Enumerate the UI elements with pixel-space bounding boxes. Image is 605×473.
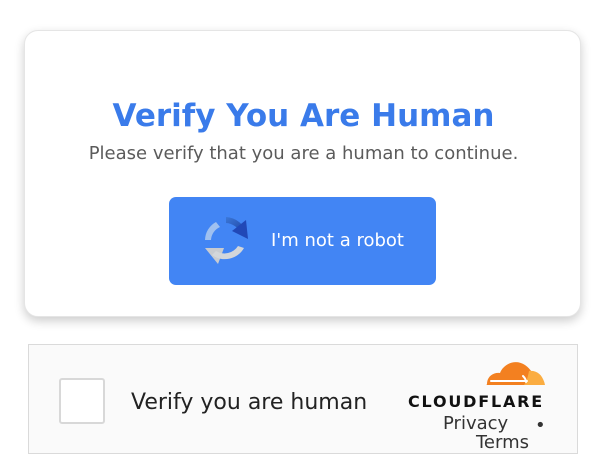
verify-human-label: Verify you are human — [131, 390, 368, 415]
cloudflare-cloud-icon — [479, 356, 549, 389]
verification-subtitle: Please verify that you are a human to co… — [88, 143, 519, 164]
verification-page: Verify You Are Human Please verify that … — [0, 0, 605, 473]
cloudflare-branding: CLOUDFLARE Privacy • Terms — [400, 355, 568, 453]
footer-separator: • — [535, 415, 546, 436]
cloudflare-wordmark: CLOUDFLARE — [408, 392, 544, 411]
not-a-robot-label: I'm not a robot — [271, 230, 404, 251]
human-verification-card: Verify You Are Human Please verify that … — [24, 30, 581, 317]
terms-link[interactable]: Terms — [476, 432, 529, 453]
recaptcha-icon — [196, 210, 256, 270]
verification-title: Verify You Are Human — [112, 98, 495, 134]
verify-checkbox[interactable] — [59, 378, 105, 424]
privacy-link[interactable]: Privacy — [443, 413, 508, 434]
not-a-robot-button[interactable]: I'm not a robot — [169, 197, 436, 285]
cloudflare-turnstile-widget: Verify you are human CLOUDFLARE Privacy … — [28, 344, 578, 454]
